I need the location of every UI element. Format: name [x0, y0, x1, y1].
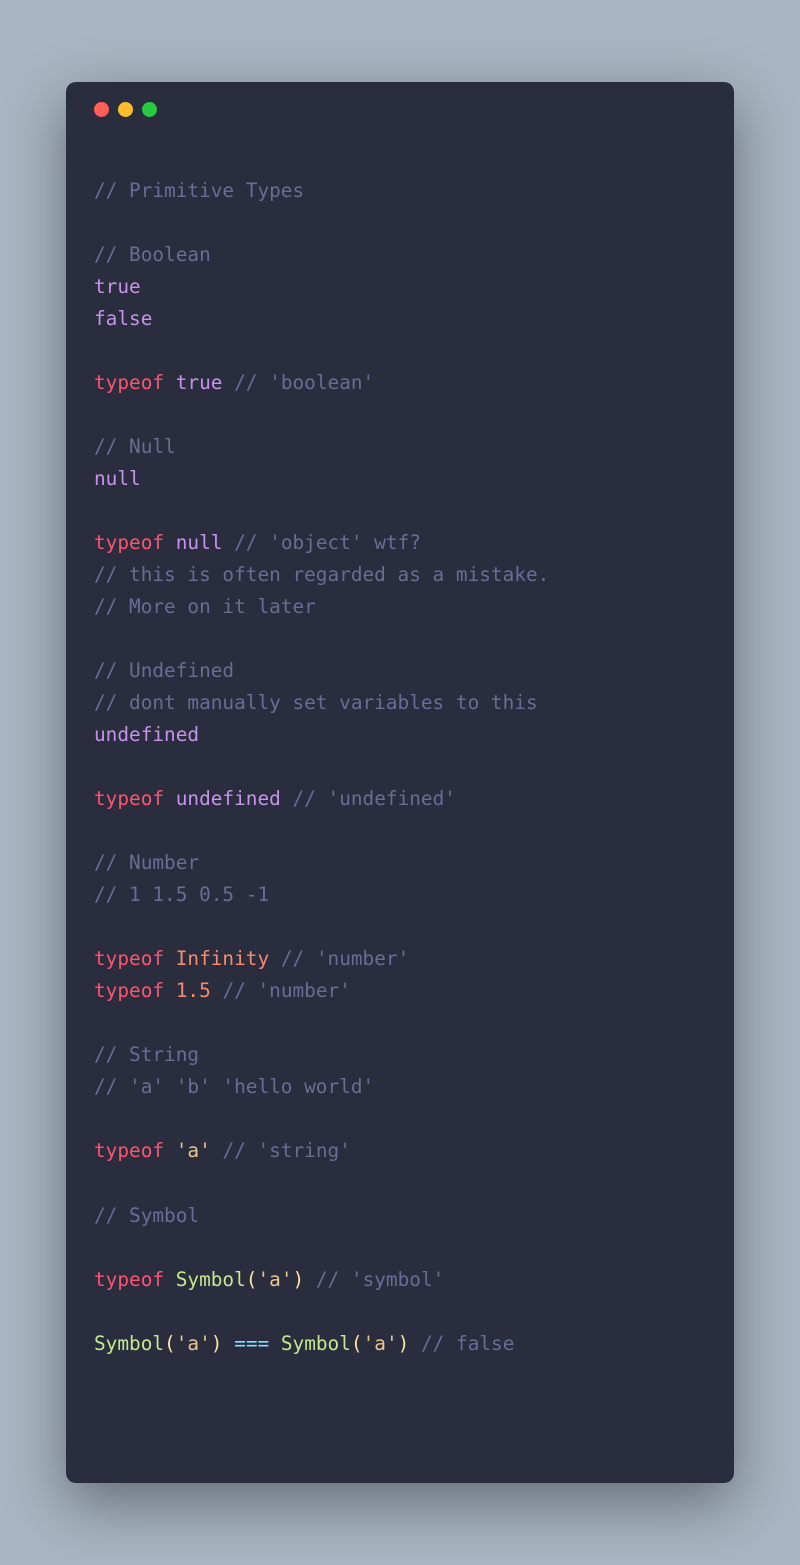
maximize-icon[interactable]	[142, 102, 157, 117]
keyword-null: null	[176, 531, 223, 554]
paren-close: )	[398, 1332, 410, 1355]
keyword-undefined: undefined	[176, 787, 281, 810]
number-literal: 1.5	[176, 979, 211, 1002]
symbol-call: Symbol	[176, 1268, 246, 1291]
comment: // 'string'	[222, 1139, 350, 1162]
comment: // 'boolean'	[234, 371, 374, 394]
code-window: // Primitive Types // Boolean true false…	[66, 82, 734, 1483]
comment: // Undefined	[94, 659, 234, 682]
string-literal: 'a'	[176, 1139, 211, 1162]
code-block: // Primitive Types // Boolean true false…	[66, 117, 734, 1388]
comment: // Number	[94, 851, 199, 874]
comment: // String	[94, 1043, 199, 1066]
string-literal: 'a'	[363, 1332, 398, 1355]
keyword-false: false	[94, 307, 152, 330]
paren-open: (	[164, 1332, 176, 1355]
comment: // 'symbol'	[316, 1268, 444, 1291]
identifier-infinity: Infinity	[176, 947, 269, 970]
keyword-null: null	[94, 467, 141, 490]
minimize-icon[interactable]	[118, 102, 133, 117]
comment: // Null	[94, 435, 176, 458]
strict-equals-operator: ===	[234, 1332, 269, 1355]
typeof-keyword: typeof	[94, 1139, 164, 1162]
comment: // 'number'	[281, 947, 409, 970]
string-literal: 'a'	[257, 1268, 292, 1291]
keyword-undefined: undefined	[94, 723, 199, 746]
comment: // 'object' wtf?	[234, 531, 421, 554]
paren-close: )	[293, 1268, 305, 1291]
comment: // dont manually set variables to this	[94, 691, 538, 714]
typeof-keyword: typeof	[94, 1268, 164, 1291]
typeof-keyword: typeof	[94, 371, 164, 394]
keyword-true: true	[94, 275, 141, 298]
paren-close: )	[211, 1332, 223, 1355]
symbol-call: Symbol	[281, 1332, 351, 1355]
comment: // Primitive Types	[94, 179, 304, 202]
comment: // 'a' 'b' 'hello world'	[94, 1075, 374, 1098]
close-icon[interactable]	[94, 102, 109, 117]
comment: // this is often regarded as a mistake.	[94, 563, 549, 586]
paren-open: (	[246, 1268, 258, 1291]
comment: // Boolean	[94, 243, 211, 266]
paren-open: (	[351, 1332, 363, 1355]
typeof-keyword: typeof	[94, 979, 164, 1002]
typeof-keyword: typeof	[94, 531, 164, 554]
typeof-keyword: typeof	[94, 947, 164, 970]
comment: // false	[421, 1332, 514, 1355]
comment: // More on it later	[94, 595, 316, 618]
comment: // 'number'	[222, 979, 350, 1002]
keyword-true: true	[176, 371, 223, 394]
string-literal: 'a'	[176, 1332, 211, 1355]
comment: // 'undefined'	[293, 787, 456, 810]
typeof-keyword: typeof	[94, 787, 164, 810]
symbol-call: Symbol	[94, 1332, 164, 1355]
window-titlebar	[66, 82, 734, 117]
comment: // Symbol	[94, 1204, 199, 1227]
comment: // 1 1.5 0.5 -1	[94, 883, 269, 906]
